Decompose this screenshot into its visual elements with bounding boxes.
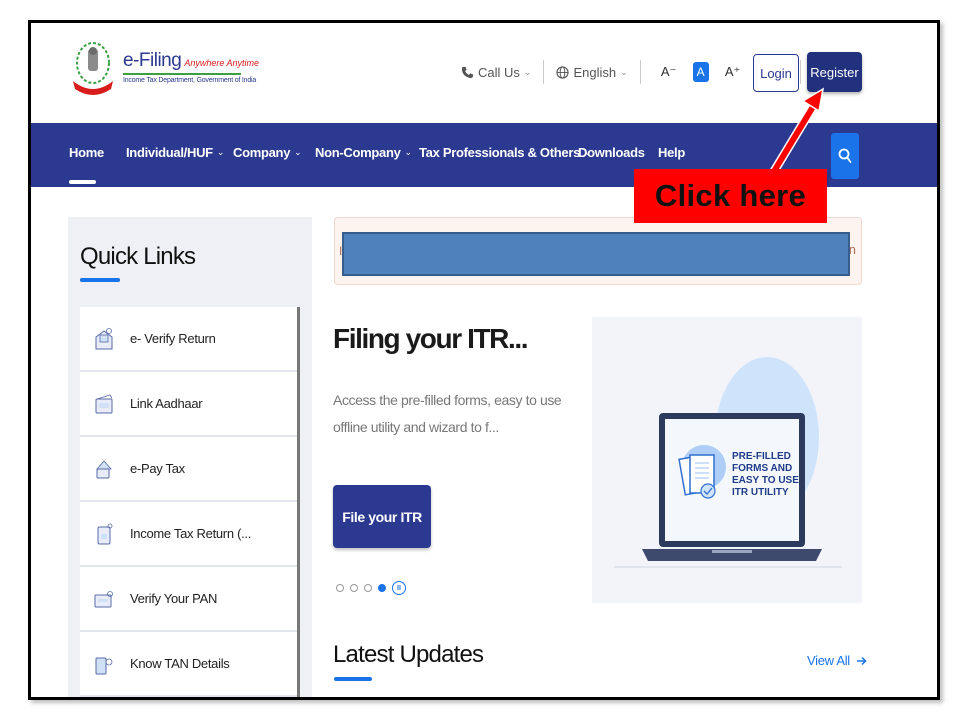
illustration-text-line: EASY TO USE (732, 475, 799, 486)
chevron-down-icon: ⌄ (294, 147, 302, 157)
nav-home-label: Home (69, 145, 104, 160)
nav-non-company[interactable]: Non-Company ⌄ (315, 145, 412, 160)
chevron-down-icon: ⌄ (523, 66, 532, 77)
hero-title: Filing your ITR... (333, 323, 529, 354)
nav-help[interactable]: Help (658, 145, 685, 160)
illustration-text-line: PRE-FILLED (732, 451, 791, 462)
pause-icon[interactable]: II (392, 581, 406, 595)
nav-tax-professionals[interactable]: Tax Professionals & Others ⌄ (419, 145, 592, 160)
click-here-callout: Click here (634, 169, 827, 223)
tan-details-icon (95, 657, 113, 674)
search-button[interactable] (831, 133, 859, 179)
nav-tax-professionals-label: Tax Professionals & Others (419, 145, 581, 160)
nav-downloads-label: Downloads (578, 145, 645, 160)
quick-link-label: Know TAN Details (130, 656, 230, 671)
nav-help-label: Help (658, 145, 685, 160)
quick-link-label: e- Verify Return (130, 331, 216, 346)
search-icon (838, 148, 852, 163)
hero-illustration: PRE-FILLED FORMS AND EASY TO USE ITR UTI… (592, 317, 862, 603)
login-button[interactable]: Login (753, 54, 799, 92)
quick-links-list: e- Verify Return Link Aadhaar e-Pay Tax … (80, 307, 300, 697)
call-us-dropdown[interactable]: Call Us ⌄ (461, 65, 531, 80)
quick-link-label: Link Aadhaar (130, 396, 203, 411)
title-underline (334, 677, 372, 681)
wallet-pay-icon (96, 459, 112, 478)
language-dropdown[interactable]: English ⌄ (556, 64, 628, 80)
national-emblem-icon (73, 42, 113, 95)
nav-company[interactable]: Company ⌄ (233, 145, 302, 160)
brand-name: e-Filing (123, 50, 182, 71)
nav-company-label: Company (233, 145, 291, 160)
divider (639, 60, 641, 84)
chevron-down-icon: ⌄ (404, 147, 413, 157)
site-logo[interactable]: e-Filing Anywhere Anytime Income Tax Dep… (69, 39, 259, 99)
illustration-text-line: ITR UTILITY (732, 487, 789, 498)
quick-link-link-aadhaar[interactable]: Link Aadhaar (80, 372, 297, 437)
language-label: English (573, 64, 617, 80)
carousel-dot-active[interactable] (378, 584, 386, 592)
quick-link-verify-pan[interactable]: Verify Your PAN (80, 567, 297, 632)
carousel-indicators: II (336, 581, 406, 595)
title-underline (80, 278, 120, 282)
quick-links-title: Quick Links (80, 243, 196, 270)
laptop-illustration: PRE-FILLED FORMS AND EASY TO USE ITR UTI… (614, 357, 842, 568)
view-all-link[interactable]: View All (807, 653, 867, 668)
register-button[interactable]: Register (807, 52, 862, 92)
divider (543, 60, 545, 84)
nav-individual-huf[interactable]: Individual/HUF ⌄ (126, 145, 224, 160)
font-normal-button[interactable]: A (692, 62, 709, 82)
phone-icon (461, 66, 474, 78)
quick-link-know-tan-details[interactable]: Know TAN Details (80, 632, 297, 697)
hero-description: Access the pre-filled forms, easy to use… (333, 392, 562, 435)
divider (799, 60, 801, 84)
quick-link-label: Verify Your PAN (130, 591, 218, 606)
font-increase-button[interactable]: A⁺ (725, 62, 741, 82)
file-itr-button[interactable]: File your ITR (333, 485, 431, 548)
nav-individual-huf-label: Individual/HUF (126, 145, 213, 160)
pan-card-verify-icon (94, 590, 113, 607)
quick-links-panel: Quick Links e- Verify Return Link Aadhaa… (68, 217, 312, 697)
nav-home[interactable]: Home (69, 145, 104, 160)
carousel-dot[interactable] (364, 584, 372, 592)
quick-link-label: e-Pay Tax (130, 461, 185, 476)
nav-downloads[interactable]: Downloads (578, 145, 645, 160)
chevron-down-icon: ⌄ (620, 66, 628, 77)
quick-link-e-verify-return[interactable]: e- Verify Return (80, 307, 297, 372)
globe-icon (556, 65, 570, 79)
call-us-label: Call Us (478, 64, 520, 80)
redaction-box (342, 232, 850, 276)
brand-divider (123, 73, 241, 75)
arrow-right-icon (856, 656, 867, 665)
envelope-verify-icon (95, 327, 113, 349)
nav-active-indicator (69, 180, 96, 184)
quick-link-e-pay-tax[interactable]: e-Pay Tax (80, 437, 297, 502)
document-return-icon (97, 523, 113, 544)
screenshot-frame: e-Filing Anywhere Anytime Income Tax Dep… (28, 20, 940, 700)
quick-link-label: Income Tax Return (... (130, 526, 252, 541)
carousel-dot[interactable] (350, 584, 358, 592)
latest-updates-title: Latest Updates (333, 641, 484, 668)
quick-link-income-tax-return[interactable]: Income Tax Return (... (80, 502, 297, 567)
view-all-label: View All (807, 653, 850, 668)
header: e-Filing Anywhere Anytime Income Tax Dep… (31, 23, 937, 123)
brand-tagline: Anywhere Anytime (184, 58, 260, 68)
font-decrease-button[interactable]: A⁻ (661, 62, 677, 82)
brand-subtitle: Income Tax Department, Government of Ind… (123, 77, 257, 84)
illustration-text-line: FORMS AND (732, 463, 792, 474)
carousel-dot[interactable] (336, 584, 344, 592)
chevron-down-icon: ⌄ (216, 147, 225, 157)
aadhaar-card-icon (95, 394, 113, 413)
nav-non-company-label: Non-Company (315, 145, 401, 160)
